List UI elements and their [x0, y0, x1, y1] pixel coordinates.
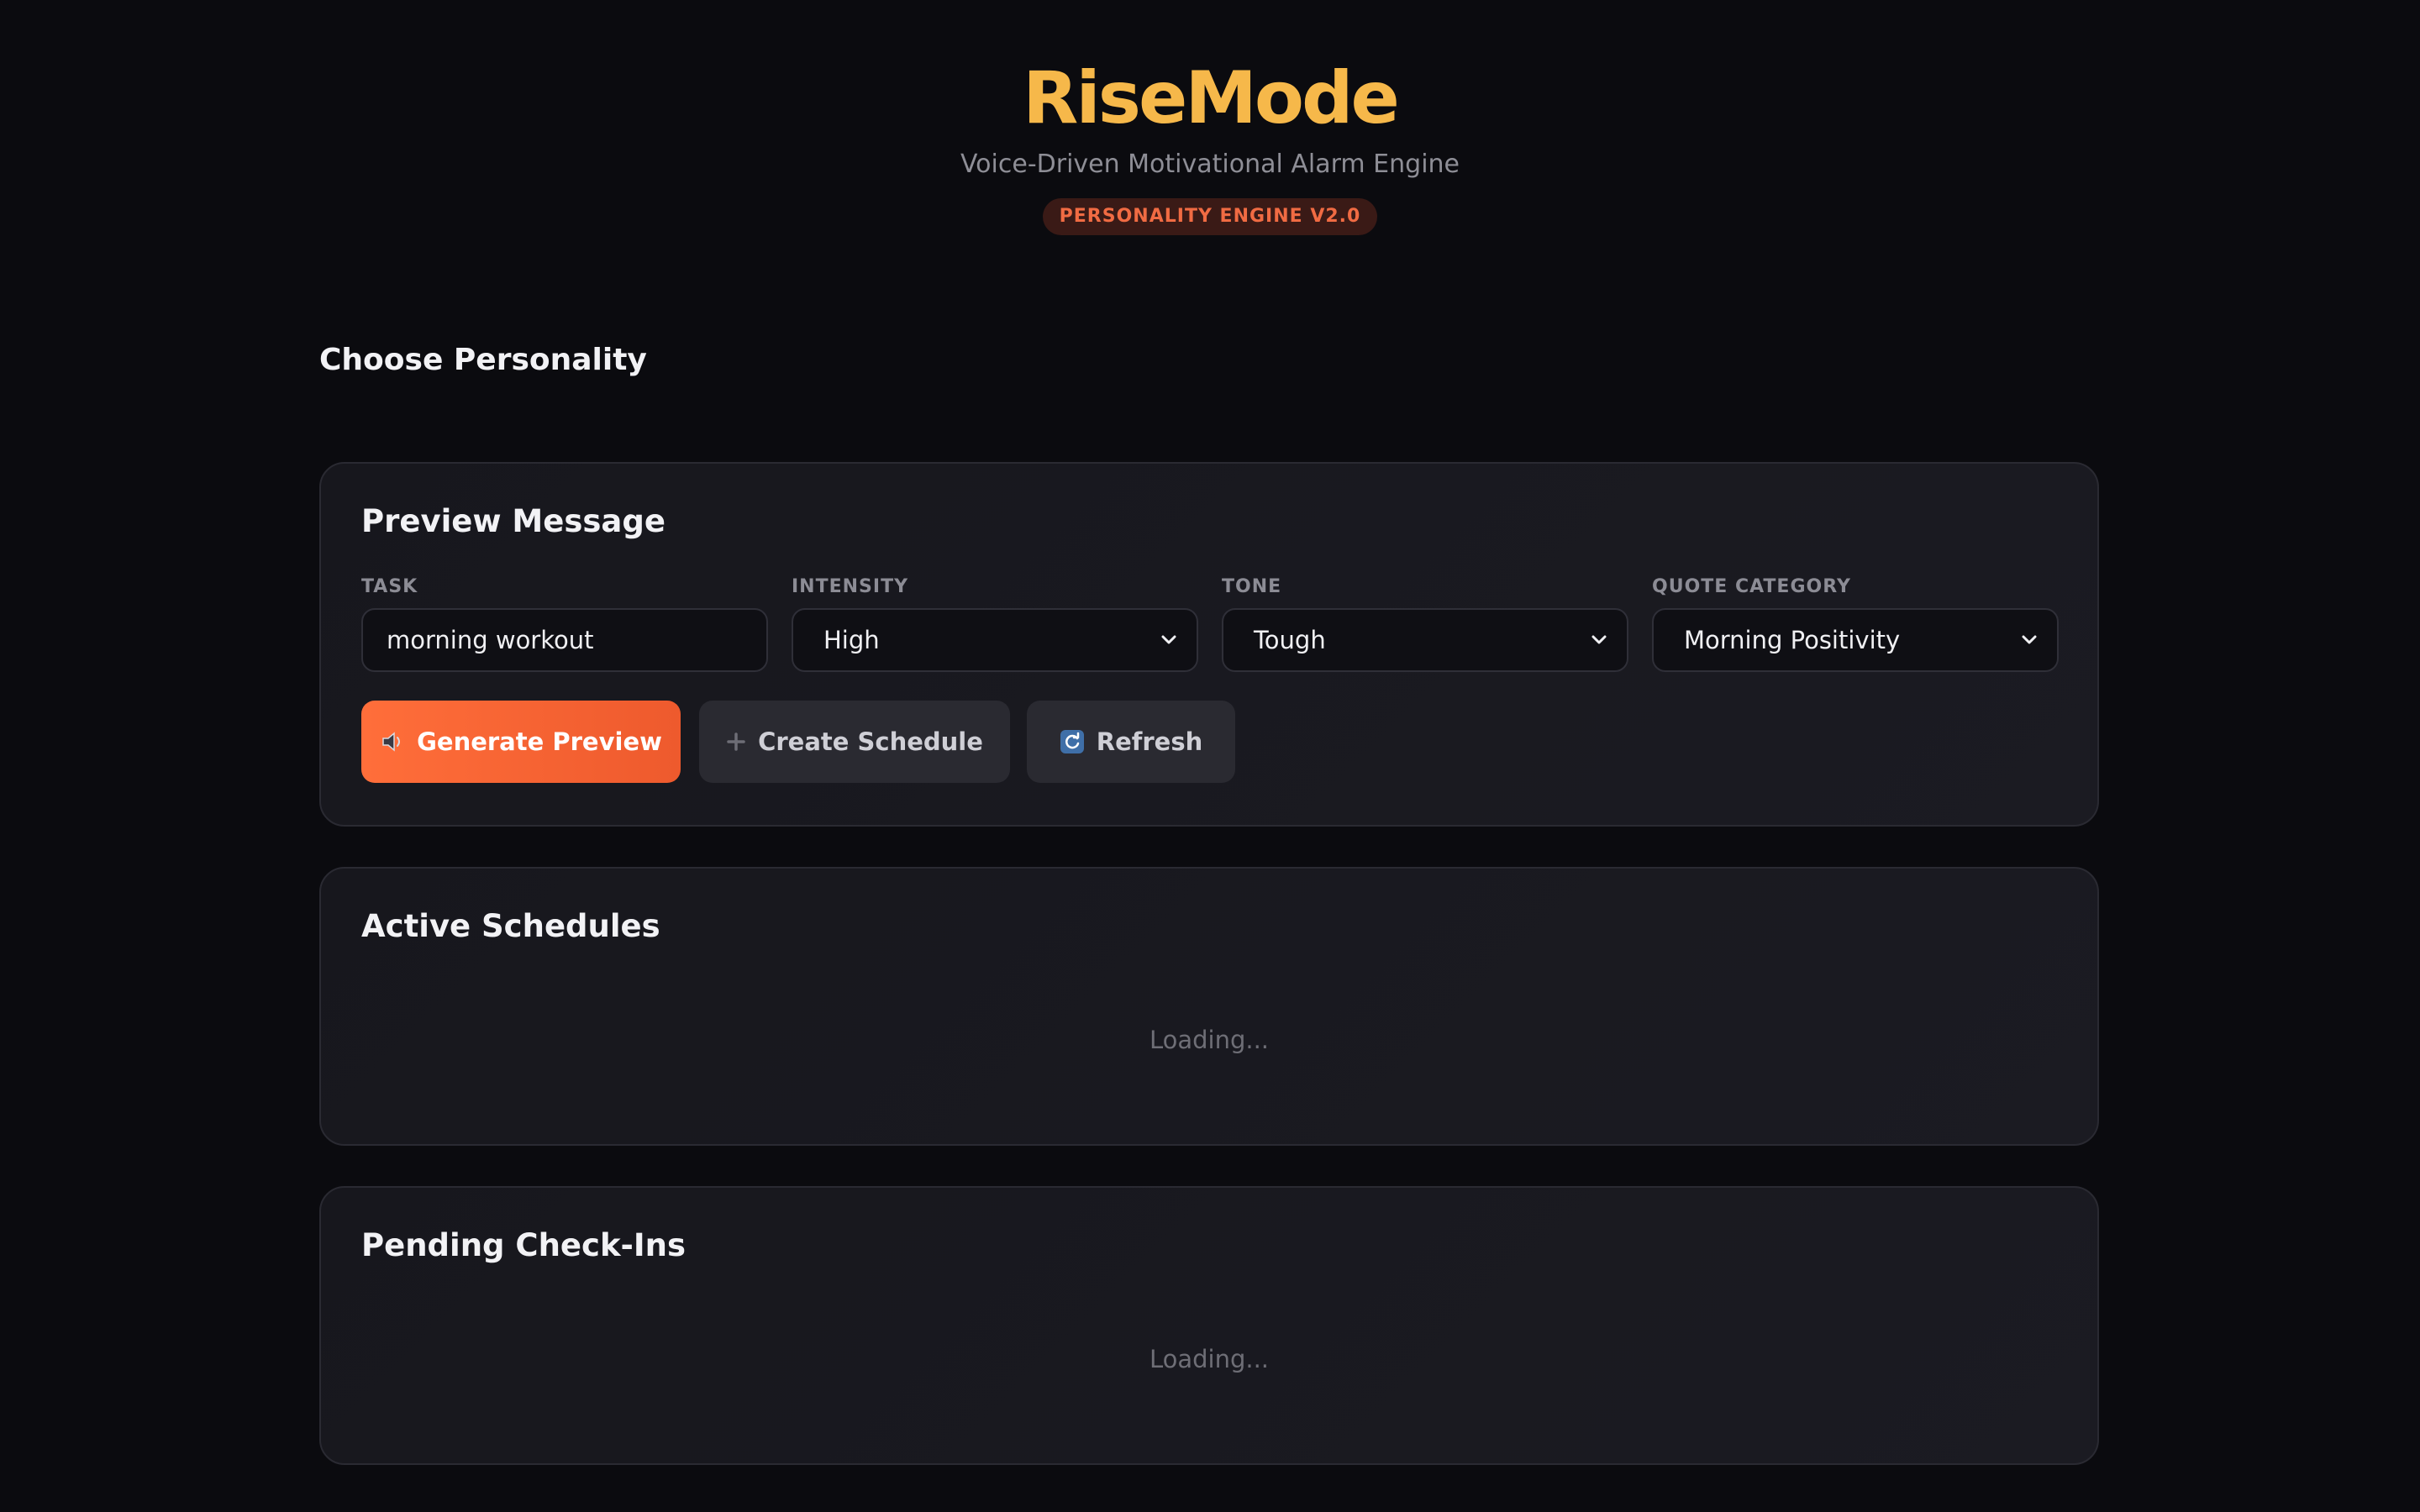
- speaker-icon: [382, 732, 401, 752]
- quote-category-field-group: QUOTE CATEGORY Morning Positivity: [1652, 573, 2059, 672]
- intensity-field-group: INTENSITY High: [792, 573, 1198, 672]
- task-input[interactable]: morning workout: [361, 608, 768, 672]
- checkins-loading-text: Loading...: [1149, 1345, 1270, 1373]
- refresh-label: Refresh: [1096, 727, 1203, 756]
- task-label: TASK: [361, 576, 418, 597]
- quote-category-select[interactable]: Morning Positivity: [1652, 608, 2059, 672]
- pending-checkins-title: Pending Check-Ins: [361, 1227, 687, 1263]
- active-schedules-card: Active Schedules Loading...: [319, 867, 2099, 1146]
- generate-preview-label: Generate Preview: [417, 727, 662, 756]
- version-badge-wrap: PERSONALITY ENGINE V2.0: [0, 198, 2420, 235]
- refresh-icon: [1060, 730, 1084, 753]
- create-schedule-label: Create Schedule: [758, 727, 983, 756]
- create-schedule-button[interactable]: Create Schedule: [699, 701, 1010, 783]
- chevron-down-icon: [1591, 635, 1607, 644]
- quote-category-selected-value: Morning Positivity: [1684, 626, 1901, 654]
- active-schedules-title: Active Schedules: [361, 908, 660, 944]
- pending-checkins-card: Pending Check-Ins Loading...: [319, 1186, 2099, 1465]
- version-badge: PERSONALITY ENGINE V2.0: [1042, 198, 1378, 235]
- intensity-label: INTENSITY: [792, 576, 909, 597]
- schedules-loading-text: Loading...: [1149, 1026, 1270, 1054]
- refresh-button[interactable]: Refresh: [1027, 701, 1235, 783]
- tone-field-group: TONE Tough: [1222, 573, 1628, 672]
- app-tagline: Voice-Driven Motivational Alarm Engine: [960, 150, 1460, 179]
- tone-select[interactable]: Tough: [1222, 608, 1628, 672]
- tone-selected-value: Tough: [1254, 626, 1326, 654]
- generate-preview-button[interactable]: Generate Preview: [361, 701, 681, 783]
- preview-message-title: Preview Message: [361, 503, 666, 539]
- tone-label: TONE: [1222, 576, 1282, 597]
- preview-message-card: Preview Message TASK morning workout INT…: [319, 462, 2099, 827]
- chevron-down-icon: [1161, 635, 1176, 644]
- choose-personality-heading: Choose Personality: [319, 343, 647, 377]
- intensity-select[interactable]: High: [792, 608, 1198, 672]
- quote-category-label: QUOTE CATEGORY: [1652, 576, 1851, 597]
- task-field-group: TASK morning workout: [361, 573, 768, 672]
- plus-icon: [727, 732, 745, 751]
- intensity-selected-value: High: [823, 626, 880, 654]
- chevron-down-icon: [2022, 635, 2037, 644]
- app-logo-title: RiseMode: [1023, 56, 1400, 140]
